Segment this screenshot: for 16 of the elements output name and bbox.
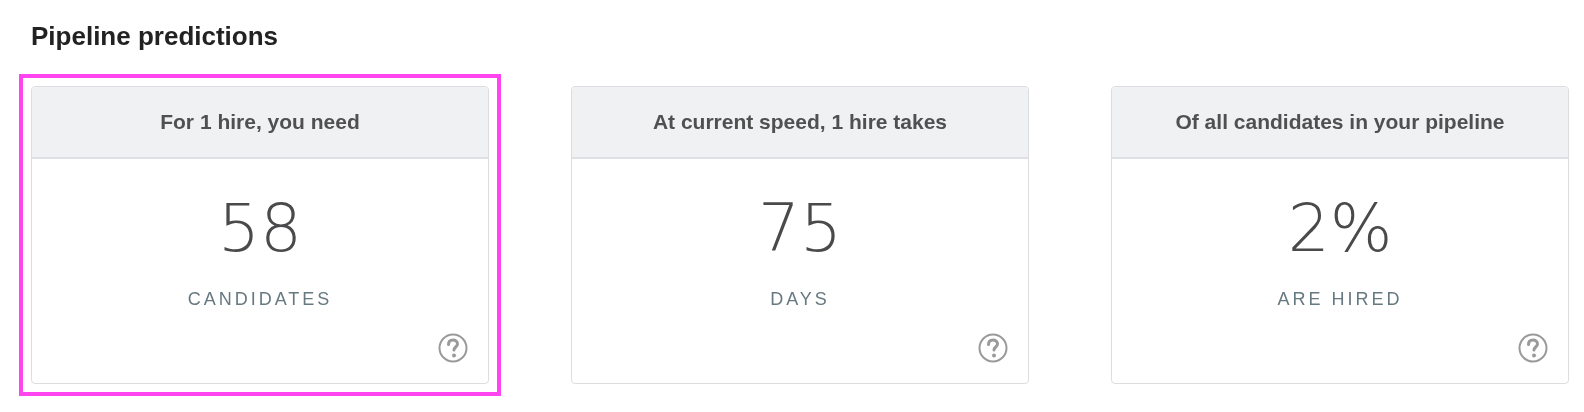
prediction-unit: CANDIDATES: [187, 289, 333, 310]
help-icon[interactable]: [1518, 333, 1548, 363]
help-icon[interactable]: [978, 333, 1008, 363]
prediction-unit: DAYS: [770, 289, 830, 310]
section-title: Pipeline predictions: [31, 20, 280, 53]
card-header: Of all candidates in your pipeline: [1112, 87, 1568, 159]
card-header: For 1 hire, you need: [32, 87, 488, 159]
prediction-value: 2%: [1287, 189, 1393, 269]
card-header: At current speed, 1 hire takes: [572, 87, 1028, 159]
card-highlight[interactable]: For 1 hire, you need 58 CANDIDATES: [19, 74, 501, 396]
card-highlight[interactable]: Of all candidates in your pipeline 2% ARE HIRED: [1099, 74, 1581, 396]
prediction-value: 58: [218, 189, 302, 269]
help-icon[interactable]: [438, 333, 468, 363]
prediction-unit: ARE HIRED: [1277, 289, 1403, 310]
prediction-value: 75: [758, 189, 842, 269]
card-highlight[interactable]: At current speed, 1 hire takes 75 DAYS: [559, 74, 1041, 396]
